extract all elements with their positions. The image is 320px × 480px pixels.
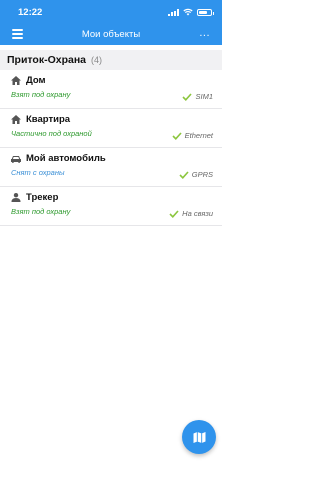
connection-indicator: SIM1 [182, 92, 213, 101]
object-status: Снят с охраны [11, 168, 65, 177]
map-icon [193, 431, 205, 443]
page-title: Мои объекты [81, 29, 141, 40]
object-name: Трекер [26, 192, 59, 203]
connection-label: SIM1 [195, 92, 213, 101]
more-button[interactable]: ... [199, 27, 210, 39]
check-icon [182, 92, 193, 101]
group-count: (4) [91, 55, 103, 65]
wifi-icon [183, 8, 193, 16]
status-time: 12:22 [18, 7, 43, 18]
object-item-apartment[interactable]: Квартира Частично под охраной Ethernet [0, 110, 222, 148]
check-icon [179, 170, 189, 179]
object-name: Квартира [26, 114, 71, 125]
map-button[interactable] [182, 420, 216, 454]
object-name: Дом [26, 75, 46, 86]
car-icon [11, 156, 21, 163]
object-item-home[interactable]: Дом Взят под охрану SIM1 [0, 71, 222, 109]
cellular-signal-icon [168, 8, 179, 16]
check-icon [172, 131, 182, 140]
group-title: Приток-Охрана [7, 54, 87, 66]
object-item-tracker[interactable]: Трекер Взят под охрану На связи [0, 188, 222, 226]
connection-label: GPRS [191, 170, 213, 179]
object-item-car[interactable]: Мой автомобиль Снят с охраны GPRS [0, 149, 222, 187]
object-status: Взят под охрану [11, 207, 71, 216]
home-icon [11, 115, 21, 124]
connection-indicator: Ethernet [172, 131, 213, 140]
object-status: Взят под охрану [11, 90, 71, 99]
top-bar: 12:22 Мои объекты ... [0, 0, 222, 45]
object-name: Мой автомобиль [26, 153, 106, 164]
home-icon [11, 76, 21, 85]
connection-label: Ethernet [184, 131, 213, 140]
check-icon [169, 209, 179, 218]
battery-icon [197, 8, 214, 16]
status-icons [168, 8, 214, 16]
group-header: Приток-Охрана (4) [0, 50, 222, 70]
connection-label: На связи [182, 209, 213, 218]
object-status: Частично под охраной [11, 129, 92, 138]
person-icon [11, 193, 21, 202]
connection-indicator: На связи [169, 209, 213, 218]
connection-indicator: GPRS [179, 170, 213, 179]
